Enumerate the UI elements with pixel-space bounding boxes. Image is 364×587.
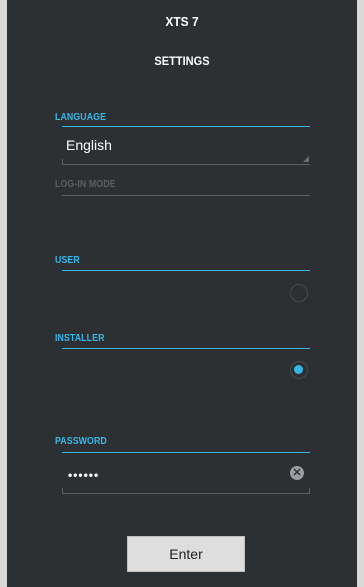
password-divider — [62, 452, 310, 453]
app-title: XTS 7 — [165, 14, 199, 29]
password-label: PASSWORD — [55, 436, 107, 447]
field-tick-left — [62, 488, 63, 493]
language-divider — [62, 126, 310, 127]
app-window: XTS 7 SETTINGS LANGUAGE English LOG-IN M… — [0, 0, 364, 587]
password-input[interactable]: •••••• ✕ — [62, 464, 310, 494]
installer-label: INSTALLER — [55, 333, 105, 344]
language-value: English — [66, 137, 112, 153]
user-label: USER — [55, 255, 80, 266]
password-value: •••••• — [68, 468, 100, 482]
installer-divider — [62, 348, 310, 349]
field-tick-left — [62, 159, 63, 164]
language-dropdown[interactable]: English — [62, 137, 310, 165]
language-label: LANGUAGE — [55, 112, 107, 123]
login-mode-label: LOG-IN MODE — [55, 179, 116, 190]
enter-button[interactable]: Enter — [127, 536, 245, 572]
page-title: SETTINGS — [154, 54, 210, 68]
user-radio[interactable] — [290, 284, 308, 302]
dropdown-arrow-icon — [303, 156, 309, 162]
clear-icon[interactable]: ✕ — [290, 466, 304, 480]
login-mode-divider — [62, 195, 310, 196]
user-divider — [62, 270, 310, 271]
installer-radio[interactable] — [290, 361, 308, 379]
field-tick-right — [309, 488, 310, 493]
